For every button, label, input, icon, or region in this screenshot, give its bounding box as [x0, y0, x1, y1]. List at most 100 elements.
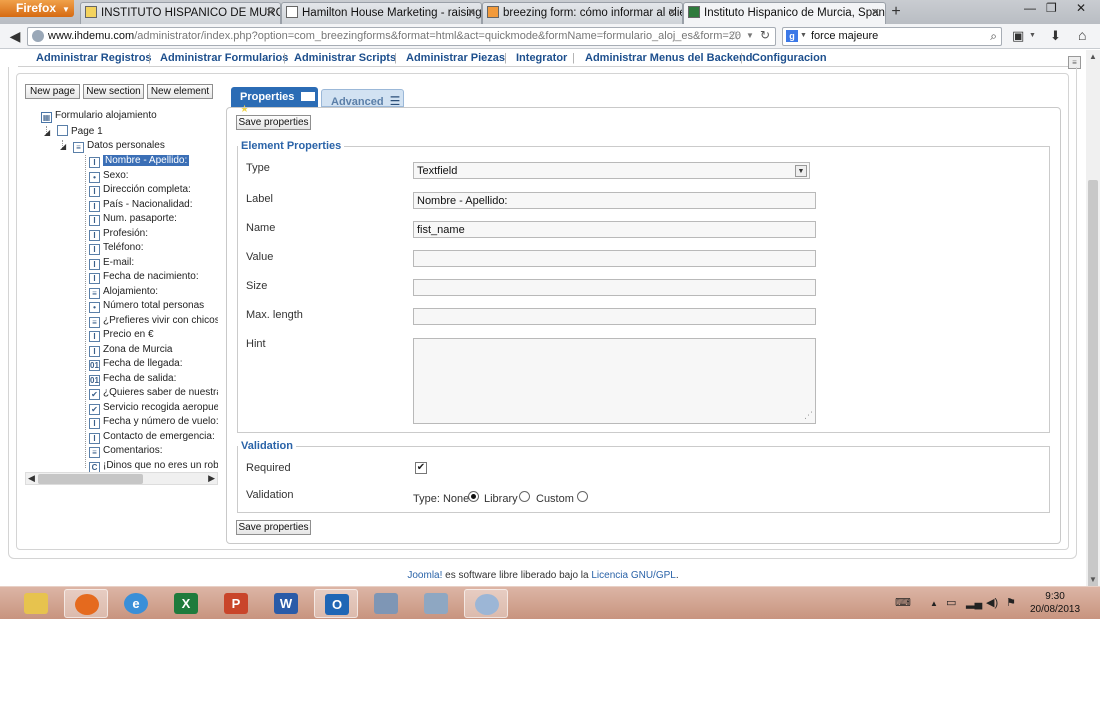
tree-item[interactable]: I Precio en € [89, 329, 154, 343]
tree-item[interactable]: ≡ ¿Prefieres vivir con chicos, c [89, 315, 218, 329]
firefox-menu-button[interactable]: Firefox ▼ [0, 0, 74, 17]
max-length-input[interactable] [413, 308, 816, 325]
taskbar-excel[interactable]: X [164, 589, 208, 618]
tree-node-page[interactable]: Page 1 [57, 125, 103, 139]
save-properties-button-bottom[interactable]: Save properties [236, 520, 311, 535]
tree-item[interactable]: ≡ Alojamiento: [89, 286, 158, 300]
restore-icon[interactable]: ❐ [1046, 1, 1057, 15]
license-link[interactable]: Licencia GNU/GPL [591, 570, 675, 581]
tray-expand-icon[interactable]: ▲ [930, 599, 938, 608]
volume-icon[interactable]: ◀) [986, 596, 998, 609]
url-bar[interactable]: www.ihdemu.com/administrator/index.php?o… [27, 27, 776, 46]
new-page-button[interactable]: New page [25, 84, 80, 99]
desktop-icon[interactable]: ▭ [946, 596, 956, 609]
taskbar-explorer[interactable] [14, 589, 58, 618]
taskbar-firefox[interactable] [64, 589, 108, 618]
taskbar-paint[interactable] [464, 589, 508, 618]
tree-item[interactable]: • Sexo: [89, 170, 129, 184]
required-checkbox[interactable]: ✔ [415, 462, 427, 474]
collapse-triangle-icon[interactable]: ◢ [44, 128, 50, 137]
tree-item[interactable]: I Zona de Murcia [89, 344, 172, 358]
label-input[interactable]: Nombre - Apellido: [413, 192, 816, 209]
tree-item[interactable]: I Nombre - Apellido: [89, 155, 190, 169]
validation-library-radio[interactable] [519, 491, 530, 502]
joomla-link[interactable]: Joomla! [407, 570, 442, 581]
new-tab-button[interactable]: + [886, 3, 906, 22]
collapse-triangle-icon[interactable]: ◢ [60, 142, 66, 151]
tree-item[interactable]: I Fecha de nacimiento: [89, 271, 199, 285]
download-icon[interactable]: ⬇ [1050, 28, 1061, 44]
save-properties-button-top[interactable]: Save properties [236, 115, 311, 130]
scrollbar-thumb[interactable] [38, 474, 143, 484]
home-icon[interactable]: ⌂ [1078, 27, 1086, 43]
new-element-button[interactable]: New element [147, 84, 213, 99]
scroll-up-icon[interactable]: ▲ [1089, 52, 1097, 61]
tree-item[interactable]: I Teléfono: [89, 242, 144, 256]
taskbar-powerpoint[interactable]: P [214, 589, 258, 618]
scrollbar-thumb[interactable] [1088, 180, 1098, 610]
tree-item[interactable]: ≡ Comentarios: [89, 445, 162, 459]
scroll-down-icon[interactable]: ▼ [1089, 575, 1097, 584]
close-icon[interactable]: ✕ [266, 6, 275, 19]
tree-item[interactable]: 01 Fecha de llegada: [89, 358, 183, 372]
taskbar-calculator[interactable] [364, 589, 408, 618]
tree-item[interactable]: I Dirección completa: [89, 184, 191, 198]
tree-item[interactable]: ✔¿Quieres saber de nuestras c [89, 387, 218, 401]
page-vertical-scrollbar[interactable]: ▲ ▼ [1086, 50, 1100, 610]
tree-item[interactable]: I Fecha y número de vuelo: [89, 416, 218, 430]
minimize-icon[interactable]: — [1024, 1, 1036, 15]
search-input[interactable]: g ▼ force majeure ⌕ [782, 27, 1002, 46]
size-input[interactable] [413, 279, 816, 296]
menu-administrar-formularios[interactable]: Administrar Formularios [160, 52, 288, 64]
name-input[interactable]: fist_name [413, 221, 816, 238]
value-input[interactable] [413, 250, 816, 267]
browser-tab-2[interactable]: Hamilton House Marketing - raising r... ✕ [281, 2, 482, 24]
type-select[interactable]: Textfield ▼ [413, 162, 810, 179]
tree-item[interactable]: I E-mail: [89, 257, 134, 271]
browser-tab-3[interactable]: breezing form: cómo informar al clie... ✕ [482, 2, 683, 24]
tab-advanced[interactable]: Advanced ☰ [321, 89, 404, 108]
search-engine-dropdown-icon[interactable]: ▼ [800, 32, 807, 39]
bookmark-star-icon[interactable]: ☆ [729, 28, 741, 44]
back-arrow-icon[interactable]: ◀ [5, 27, 25, 45]
menu-configuracion[interactable]: Configuracion [752, 52, 827, 64]
scroll-right-icon[interactable]: ▶ [208, 473, 215, 484]
tree-item[interactable]: I Profesión: [89, 228, 148, 242]
menu-administrar-registros[interactable]: Administrar Registros [36, 52, 152, 64]
close-icon[interactable]: ✕ [668, 6, 677, 19]
tree-item[interactable]: ✔Servicio recogida aeropuerto: [89, 402, 218, 416]
menu-administrar-scripts[interactable]: Administrar Scripts [294, 52, 396, 64]
new-section-button[interactable]: New section [83, 84, 144, 99]
close-icon[interactable]: ✕ [467, 6, 476, 19]
tree-item[interactable]: C ¡Dinos que no eres un robot! [89, 460, 218, 472]
tree-horizontal-scrollbar[interactable]: ◀ ▶ [25, 472, 218, 485]
menu-integrator[interactable]: Integrator [516, 52, 567, 64]
tree-item[interactable]: I Num. pasaporte: [89, 213, 177, 227]
keyboard-icon[interactable]: ⌨ [895, 596, 911, 609]
menu-administrar-menus-backend[interactable]: Administrar Menus del Backend [585, 52, 753, 64]
close-icon[interactable]: ✕ [871, 6, 880, 19]
taskbar-network[interactable] [414, 589, 458, 618]
tree-item[interactable]: 01 Fecha de salida: [89, 373, 176, 387]
search-icon[interactable]: ⌕ [990, 29, 997, 44]
hint-textarea[interactable] [413, 338, 816, 424]
tree-node-form[interactable]: ▦ Formulario alojamiento [41, 110, 157, 124]
browser-tab-1[interactable]: INSTITUTO HISPANICO DE MURCIA ✕ [80, 2, 281, 24]
taskbar-word[interactable]: W [264, 589, 308, 618]
tree-node-section[interactable]: ≡ Datos personales [73, 140, 165, 154]
menu-administrar-piezas[interactable]: Administrar Piezas [406, 52, 505, 64]
taskbar-internet-explorer[interactable]: e [114, 589, 158, 618]
tab-properties[interactable]: Properties ★ [231, 87, 318, 115]
tree-item[interactable]: • Número total personas [89, 300, 204, 314]
scroll-left-icon[interactable]: ◀ [28, 473, 35, 484]
reload-icon[interactable]: ↻ [760, 28, 770, 42]
chevron-down-icon[interactable]: ▼ [1029, 32, 1036, 39]
resize-handle-icon[interactable]: ⋰ [804, 410, 813, 421]
tree-item[interactable]: I País - Nacionalidad: [89, 199, 193, 213]
toolbar-menu-icon[interactable]: ▣ [1012, 28, 1024, 44]
browser-tab-4[interactable]: Instituto Hispanico de Murcia, Spanis...… [683, 2, 886, 24]
window-close-icon[interactable]: ✕ [1076, 1, 1086, 15]
signal-icon[interactable]: ▂▄ [966, 596, 982, 609]
taskbar-outlook[interactable]: O [314, 589, 358, 618]
validation-custom-radio[interactable] [577, 491, 588, 502]
